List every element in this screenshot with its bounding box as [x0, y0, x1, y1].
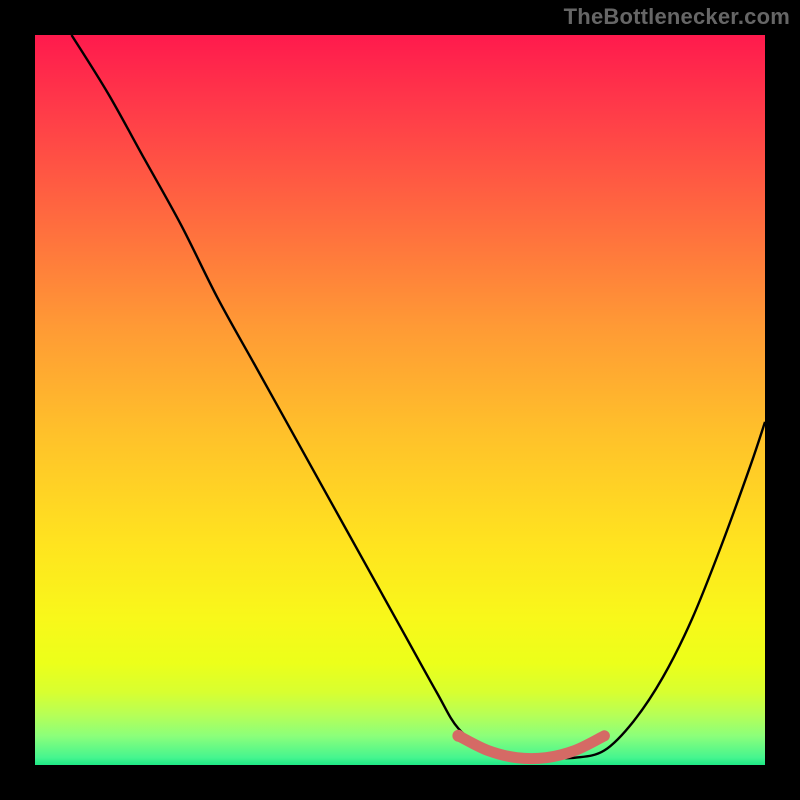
chart-frame: TheBottlenecker.com — [0, 0, 800, 800]
optimal-range-start-dot — [452, 730, 464, 742]
optimal-range-marker — [458, 736, 604, 759]
attribution-text: TheBottlenecker.com — [564, 4, 790, 30]
plot-area — [35, 35, 765, 765]
bottleneck-curve — [72, 35, 766, 758]
curve-svg — [35, 35, 765, 765]
